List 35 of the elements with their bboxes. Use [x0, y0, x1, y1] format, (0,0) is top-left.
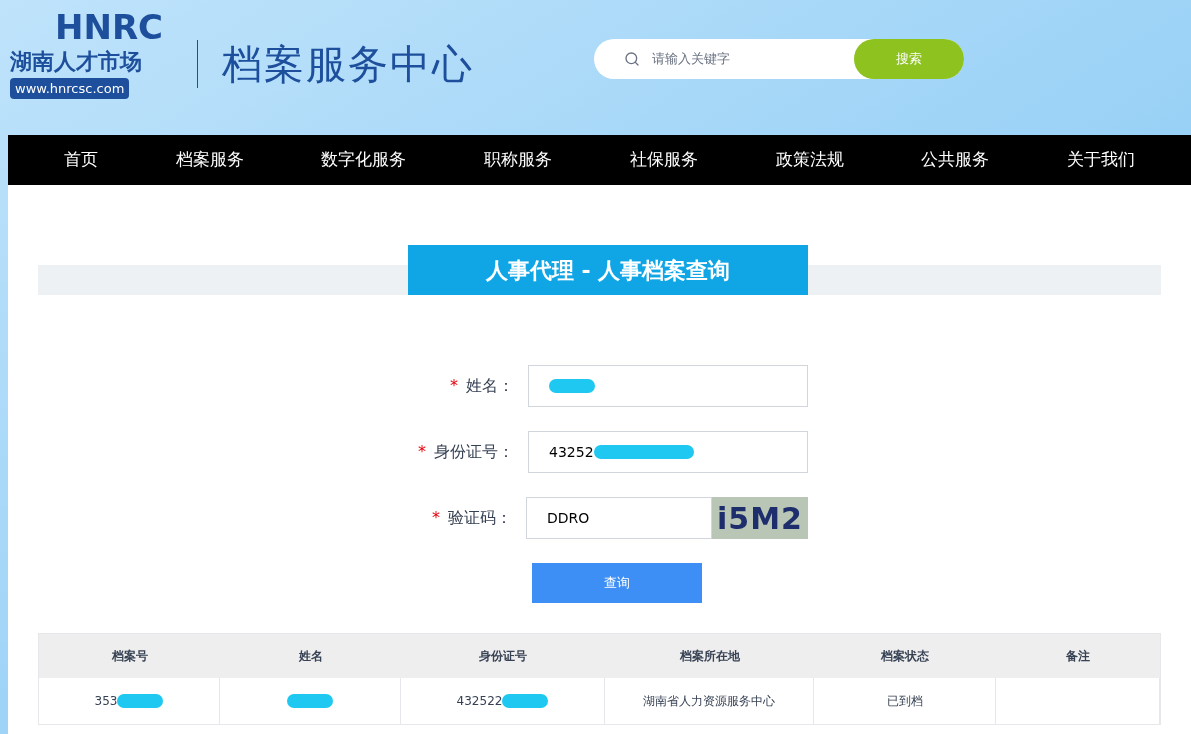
- column-header: 备注: [1065, 648, 1091, 665]
- required-mark: *: [450, 375, 458, 397]
- field-label: 姓名：: [466, 375, 514, 397]
- table-cell: 湖南省人力资源服务中心: [605, 678, 814, 724]
- table-cell: 已到档: [814, 678, 996, 724]
- nav-link[interactable]: 数字化服务: [321, 147, 407, 173]
- search-icon: [624, 51, 640, 67]
- nav-link[interactable]: 职称服务: [484, 147, 553, 173]
- site-title: 档案服务中心: [222, 40, 474, 89]
- required-mark: *: [418, 441, 426, 463]
- field-label: 验证码：: [448, 507, 512, 529]
- field-value: 43252: [549, 442, 594, 462]
- table-cell: 432522: [401, 678, 605, 724]
- column-header: 身份证号: [478, 648, 528, 665]
- nav-link[interactable]: 社保服务: [629, 147, 698, 173]
- text-input[interactable]: [528, 365, 808, 407]
- column-header: 档案所在地: [678, 648, 741, 665]
- logo-mark: HNRC: [54, 10, 164, 44]
- logo-name: 湖南人才市场: [10, 48, 142, 76]
- column-header: 档案状态: [880, 648, 930, 665]
- nav-link[interactable]: 首页: [64, 147, 98, 173]
- captcha-input[interactable]: DDRO: [526, 497, 712, 539]
- nav-link[interactable]: 公共服务: [921, 147, 990, 173]
- required-mark: *: [432, 507, 440, 529]
- section-title: 人事代理 - 人事档案查询: [408, 245, 808, 295]
- nav-link[interactable]: 关于我们: [1066, 147, 1135, 173]
- nav-link[interactable]: 档案服务: [175, 147, 244, 173]
- captcha-image[interactable]: i5M2: [712, 497, 808, 539]
- table-cell: 353: [39, 678, 220, 724]
- logo-url: www.hnrcsc.com: [10, 77, 130, 99]
- column-header: 档案号: [110, 648, 149, 665]
- column-header: 姓名: [297, 648, 324, 665]
- field-label: 身份证号：: [434, 441, 514, 463]
- nav-link[interactable]: 政策法规: [775, 147, 844, 173]
- text-input[interactable]: 43252: [528, 431, 808, 473]
